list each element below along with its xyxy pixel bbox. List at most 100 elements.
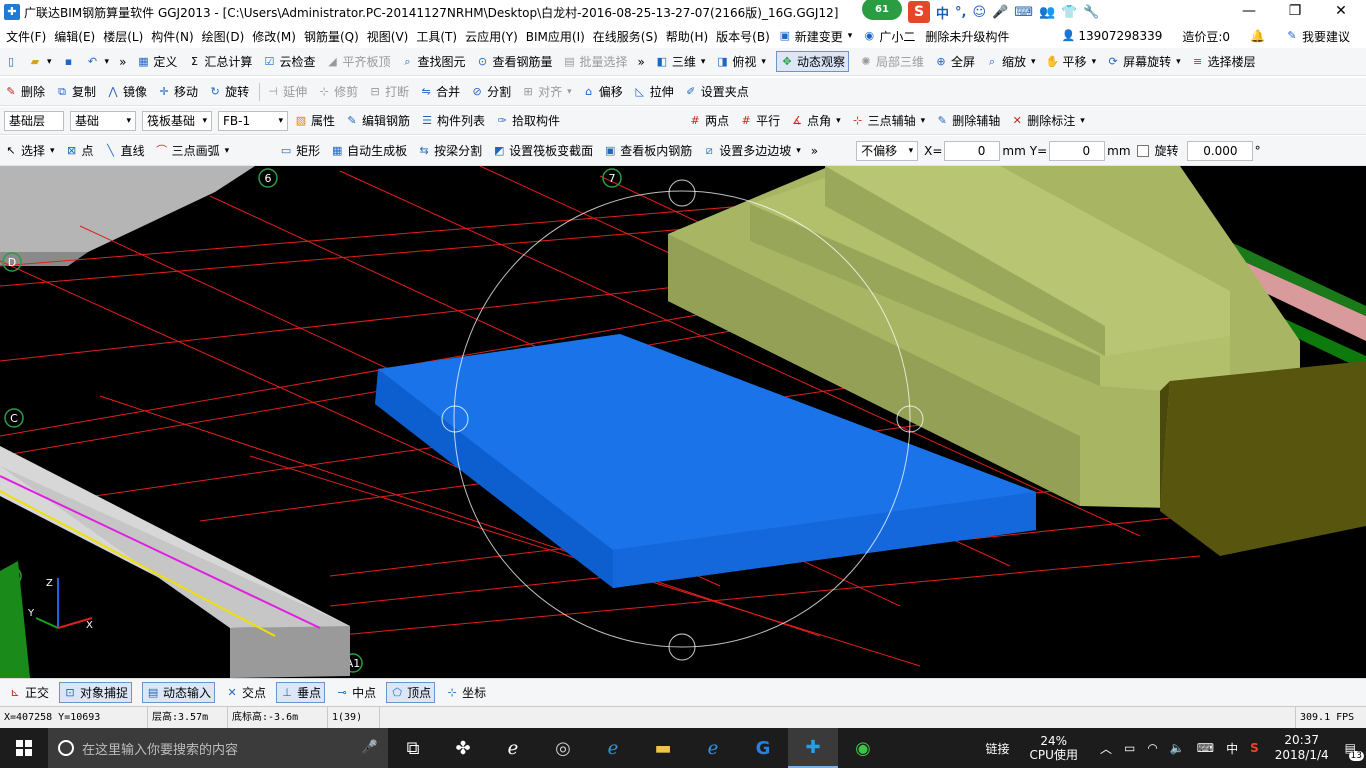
menu-online[interactable]: 在线服务(S) bbox=[593, 28, 658, 45]
open-file-icon[interactable]: ▰ ▾ bbox=[28, 55, 52, 69]
close-button[interactable]: ✕ bbox=[1318, 0, 1364, 24]
sogou-tray-icon[interactable]: S bbox=[1250, 741, 1259, 755]
point-angle-button[interactable]: ∡ 点角 ▾ bbox=[790, 112, 840, 129]
menu-help[interactable]: 帮助(H) bbox=[666, 28, 708, 45]
zoom-button[interactable]: ⌕ 缩放 ▾ bbox=[985, 53, 1036, 70]
ime-indicator[interactable]: 中 bbox=[1226, 740, 1238, 757]
offset-mode-select[interactable]: 不偏移 ▾ bbox=[856, 140, 919, 161]
object-snap-toggle[interactable]: ⊡ 对象捕捉 bbox=[59, 682, 133, 703]
two-points-button[interactable]: # 两点 bbox=[688, 112, 729, 129]
set-grip-button[interactable]: ✐ 设置夹点 bbox=[684, 83, 749, 100]
clock[interactable]: 20:37 2018/1/4 bbox=[1275, 733, 1329, 763]
break-button[interactable]: ⊟ 打断 bbox=[368, 83, 410, 100]
set-slope-button[interactable]: ⧄ 设置多边边坡 ▾ bbox=[702, 142, 801, 159]
file-explorer-icon[interactable]: ▬ bbox=[638, 728, 688, 768]
cloud-check-button[interactable]: ☑ 云检查 bbox=[262, 53, 316, 70]
delete-axis-button[interactable]: ✎ 删除辅轴 bbox=[935, 112, 1001, 129]
dynamic-input-toggle[interactable]: ▤ 动态输入 bbox=[142, 682, 216, 703]
3d-viewport[interactable]: 6 7 D C A1 A bbox=[0, 166, 1366, 678]
set-section-button[interactable]: ◩ 设置筏板变截面 bbox=[492, 142, 593, 159]
minimize-button[interactable]: — bbox=[1226, 0, 1272, 24]
pan-button[interactable]: ✋ 平移 ▾ bbox=[1046, 53, 1096, 70]
coordinate-toggle[interactable]: ⊹ 坐标 bbox=[445, 684, 487, 701]
select-floor-button[interactable]: ≡ 选择楼层 bbox=[1191, 53, 1256, 70]
menu-draw[interactable]: 绘图(D) bbox=[202, 28, 245, 45]
batch-select-button[interactable]: ▤ 批量选择 bbox=[563, 53, 627, 70]
user-phone[interactable]: 👤 13907298339 bbox=[1061, 29, 1163, 43]
midpoint-toggle[interactable]: ⊸ 中点 bbox=[335, 684, 376, 701]
wifi-icon[interactable]: ◠ bbox=[1147, 741, 1157, 755]
top-view-button[interactable]: ◨ 俯视 ▾ bbox=[715, 53, 766, 70]
merge-button[interactable]: ⇋ 合并 bbox=[419, 83, 461, 100]
trim-button[interactable]: ⊹ 修剪 bbox=[317, 83, 358, 100]
ie-icon[interactable]: ℯ bbox=[688, 728, 738, 768]
copy-button[interactable]: ⧉ 复制 bbox=[55, 83, 96, 100]
mirror-button[interactable]: ⋀ 镜像 bbox=[106, 83, 148, 100]
local-3d-button[interactable]: ✺ 局部三维 bbox=[859, 53, 924, 70]
line-button[interactable]: ╲ 直线 bbox=[104, 142, 144, 159]
guangxiaoer-button[interactable]: ◉ 广小二 bbox=[862, 28, 916, 45]
view-rebar-button[interactable]: ⊙ 查看钢筋量 bbox=[475, 53, 553, 70]
vertex-toggle[interactable]: ⬠ 顶点 bbox=[386, 682, 436, 703]
floor-select[interactable]: 基础层 bbox=[4, 110, 64, 131]
ime-badge[interactable]: 61 bbox=[862, 0, 902, 20]
menu-version[interactable]: 版本号(B) bbox=[716, 28, 770, 45]
flat-top-button[interactable]: ◢ 平齐板顶 bbox=[325, 53, 390, 70]
perpendicular-toggle[interactable]: ⊥ 垂点 bbox=[276, 682, 326, 703]
move-button[interactable]: ✛ 移动 bbox=[157, 83, 198, 100]
sogou-logo-icon[interactable]: S bbox=[908, 1, 930, 23]
notification-icon[interactable]: 🔔 bbox=[1250, 29, 1265, 43]
undo-icon[interactable]: ↶ ▾ bbox=[86, 55, 109, 69]
edit-rebar-button[interactable]: ✎ 编辑钢筋 bbox=[345, 112, 410, 129]
edge-icon[interactable]: ℯ bbox=[588, 728, 638, 768]
parallel-button[interactable]: # 平行 bbox=[739, 112, 780, 129]
pick-component-button[interactable]: ✑ 拾取构件 bbox=[495, 112, 560, 129]
glodon-app-icon[interactable]: ✚ bbox=[788, 728, 838, 768]
offset-button[interactable]: ⌂ 偏移 bbox=[582, 83, 623, 100]
menu-cloud[interactable]: 云应用(Y) bbox=[465, 28, 518, 45]
menu-file[interactable]: 文件(F) bbox=[6, 28, 46, 45]
ime-users-icon[interactable]: 👥 bbox=[1039, 5, 1055, 20]
menu-component[interactable]: 构件(N) bbox=[151, 28, 193, 45]
rect-button[interactable]: ▭ 矩形 bbox=[279, 142, 320, 159]
microphone-icon[interactable]: 🎤 bbox=[362, 740, 378, 755]
split-button[interactable]: ⊘ 分割 bbox=[470, 83, 512, 100]
stretch-button[interactable]: ◺ 拉伸 bbox=[633, 83, 673, 100]
spiral-app-icon[interactable]: ◎ bbox=[538, 728, 588, 768]
menu-view[interactable]: 视图(V) bbox=[367, 28, 409, 45]
split-by-beam-button[interactable]: ⇆ 按梁分割 bbox=[417, 142, 483, 159]
g-app-icon[interactable]: G bbox=[738, 728, 788, 768]
select-button[interactable]: ↖ 选择 ▾ bbox=[4, 142, 54, 159]
rotate-input[interactable]: 0.000 bbox=[1186, 140, 1253, 161]
ime-emoji-icon[interactable]: ☺ bbox=[972, 5, 986, 20]
three-point-axis-button[interactable]: ⊹ 三点辅轴 ▾ bbox=[851, 112, 925, 129]
rotate-button[interactable]: ↻ 旋转 bbox=[208, 83, 249, 100]
ortho-toggle[interactable]: ⊾ 正交 bbox=[8, 684, 49, 701]
find-element-button[interactable]: ⌕ 查找图元 bbox=[400, 53, 465, 70]
tray-link[interactable]: 链接 bbox=[986, 740, 1010, 757]
component-list-button[interactable]: ☰ 构件列表 bbox=[420, 112, 485, 129]
extend-button[interactable]: ⊣ 延伸 bbox=[266, 83, 307, 100]
rotate-checkbox[interactable] bbox=[1136, 144, 1149, 157]
toolbar-more-icon[interactable]: » bbox=[119, 55, 126, 69]
menu-bim[interactable]: BIM应用(I) bbox=[526, 28, 585, 45]
menu-modify[interactable]: 修改(M) bbox=[252, 28, 296, 45]
save-icon[interactable]: ▪ bbox=[62, 55, 76, 69]
delete-mark-button[interactable]: ✕ 删除标注 ▾ bbox=[1010, 112, 1085, 129]
green-app-icon[interactable]: ◉ bbox=[838, 728, 888, 768]
tray-chevron-icon[interactable]: ︿ bbox=[1100, 740, 1112, 757]
start-button[interactable] bbox=[0, 728, 48, 768]
fullscreen-button[interactable]: ⊕ 全屏 bbox=[934, 53, 975, 70]
ime-tools-icon[interactable]: 🔧 bbox=[1083, 5, 1099, 20]
ime-keyboard-icon[interactable]: ⌨ bbox=[1014, 5, 1033, 20]
taskbar-search[interactable]: 在这里输入你要搜索的内容 🎤 bbox=[48, 728, 388, 768]
toolbar-more-icon-2[interactable]: » bbox=[638, 55, 645, 69]
volume-icon[interactable]: 🔈 bbox=[1170, 741, 1185, 755]
menu-floor[interactable]: 楼层(L) bbox=[103, 28, 143, 45]
attributes-button[interactable]: ▧ 属性 bbox=[294, 112, 335, 129]
fan-app-icon[interactable]: ✤ bbox=[438, 728, 488, 768]
new-change-button[interactable]: ▣ 新建变更 ▾ bbox=[778, 28, 853, 45]
intersection-toggle[interactable]: ✕ 交点 bbox=[225, 684, 266, 701]
category-select[interactable]: 基础 ▾ bbox=[70, 110, 136, 131]
menu-rebar[interactable]: 钢筋量(Q) bbox=[304, 28, 359, 45]
